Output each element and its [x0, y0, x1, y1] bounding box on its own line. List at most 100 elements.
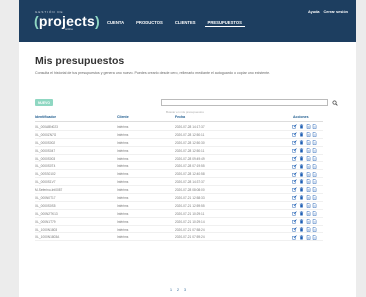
document-icon[interactable] — [306, 219, 311, 224]
search-box — [161, 99, 328, 115]
document-icon[interactable] — [306, 163, 311, 169]
row-cliente: Intérims — [117, 188, 129, 193]
edit-icon[interactable] — [292, 187, 297, 192]
nav-item-cuenta[interactable]: CUENTA — [104, 19, 127, 27]
page-link-3[interactable]: 3 — [184, 288, 186, 292]
header: GESTIÓN DE (projects) online CUENTA PROD… — [19, 0, 356, 42]
edit-icon[interactable] — [292, 156, 297, 161]
copy-icon[interactable] — [312, 195, 317, 201]
row-cliente: Intérims — [117, 125, 129, 129]
edit-icon[interactable] — [292, 179, 297, 184]
search-input[interactable] — [162, 109, 327, 115]
table-row: XL_0000S047 Intérims 2020-07-28 12:50:11 — [35, 147, 323, 155]
delete-icon[interactable] — [299, 156, 304, 161]
copy-icon[interactable] — [312, 132, 317, 137]
column-header-fecha[interactable]: Fecha — [175, 115, 185, 119]
edit-icon[interactable] — [292, 195, 297, 200]
row-cliente: Intérims — [117, 211, 129, 216]
copy-icon[interactable] — [312, 219, 317, 224]
delete-icon[interactable] — [299, 171, 304, 177]
logo-tagline: online — [65, 27, 74, 31]
copy-icon[interactable] — [312, 203, 317, 208]
copy-icon[interactable] — [312, 234, 317, 240]
copy-icon[interactable] — [312, 140, 317, 145]
delete-icon[interactable] — [299, 179, 304, 184]
document-icon[interactable] — [306, 226, 311, 232]
row-fecha: 2020-07-21 12:59:55 — [175, 203, 205, 208]
help-link[interactable]: Ayuda — [308, 10, 319, 14]
table-row: XL_0000S0T4 Intérims 2020-07-28 07:19:55 — [35, 162, 323, 171]
table-row: XL_000N1T79 Intérims 2020-07-21 10:29:14 — [35, 218, 323, 226]
document-icon[interactable] — [306, 124, 311, 130]
nav-item-presupuestos[interactable]: PRESUPUESTOS — [204, 19, 245, 27]
table-row: XL_0000S1V7 Intérims 2020-07-28 14:37:37 — [35, 178, 323, 187]
edit-icon[interactable] — [292, 124, 297, 129]
row-actions — [292, 140, 317, 145]
edit-icon[interactable] — [292, 132, 297, 137]
row-cliente: Intérims — [117, 132, 129, 137]
delete-icon[interactable] — [299, 219, 304, 224]
document-icon[interactable] — [306, 155, 311, 161]
copy-icon[interactable] — [312, 187, 317, 193]
copy-icon[interactable] — [312, 155, 317, 161]
copy-icon[interactable] — [312, 163, 317, 169]
copy-icon[interactable] — [312, 211, 317, 216]
edit-icon[interactable] — [292, 171, 297, 177]
copy-icon[interactable] — [312, 179, 317, 185]
document-icon[interactable] — [306, 195, 311, 201]
document-icon[interactable] — [306, 179, 311, 185]
delete-icon[interactable] — [299, 163, 304, 169]
row-cliente: Intérims — [117, 148, 129, 153]
delete-icon[interactable] — [299, 203, 304, 208]
edit-icon[interactable] — [292, 211, 297, 216]
row-fecha: 2020-07-28 14:17:37 — [175, 125, 205, 129]
delete-icon[interactable] — [299, 195, 304, 200]
edit-icon[interactable] — [292, 227, 297, 232]
document-icon[interactable] — [306, 140, 311, 145]
delete-icon[interactable] — [299, 140, 304, 145]
page-link-1[interactable]: 1 — [170, 288, 172, 292]
row-actions — [292, 219, 317, 224]
delete-icon[interactable] — [299, 211, 304, 216]
delete-icon[interactable] — [299, 148, 304, 153]
search-icon[interactable] — [332, 99, 338, 106]
document-icon[interactable] — [306, 171, 311, 177]
document-icon[interactable] — [306, 203, 311, 208]
document-icon[interactable] — [306, 234, 311, 240]
nav-item-productos[interactable]: PRODUCTOS — [133, 19, 166, 27]
copy-icon[interactable] — [312, 171, 317, 177]
column-header-cliente[interactable]: Cliente — [117, 115, 129, 119]
row-identifier: XL_000N0T17 — [35, 196, 56, 201]
copy-icon[interactable] — [312, 226, 317, 232]
delete-icon[interactable] — [299, 234, 304, 240]
nav-item-clientes[interactable]: CLIENTES — [172, 19, 199, 27]
logout-link[interactable]: Cerrar sesión — [324, 10, 348, 14]
delete-icon[interactable] — [299, 124, 304, 129]
edit-icon[interactable] — [292, 163, 297, 169]
table-row: XL_00SS0102 Intérims 2020-07-28 12:40:58 — [35, 170, 323, 179]
edit-icon[interactable] — [292, 148, 297, 153]
copy-icon[interactable] — [312, 148, 317, 153]
edit-icon[interactable] — [292, 203, 297, 208]
delete-icon[interactable] — [299, 227, 304, 232]
edit-icon[interactable] — [292, 234, 297, 240]
copy-icon[interactable] — [312, 124, 317, 130]
main-nav: CUENTA PRODUCTOS CLIENTES PRESUPUESTOS — [104, 19, 245, 27]
document-icon[interactable] — [306, 187, 311, 193]
delete-icon[interactable] — [299, 132, 304, 137]
row-cliente: Intérims — [117, 227, 129, 232]
edit-icon[interactable] — [292, 219, 297, 224]
row-fecha: 2020-07-28 08:08:00 — [175, 188, 205, 193]
document-icon[interactable] — [306, 211, 311, 216]
row-identifier: XL_0000S0T4 — [35, 164, 56, 169]
page-link-2[interactable]: 2 — [177, 288, 179, 292]
delete-icon[interactable] — [299, 187, 304, 192]
column-header-identificador[interactable]: Identificador — [35, 115, 56, 119]
row-identifier: M-Seferino-Int0087 — [35, 188, 63, 193]
document-icon[interactable] — [306, 132, 311, 137]
document-icon[interactable] — [306, 148, 311, 153]
new-budget-button[interactable]: NUEVO — [35, 99, 53, 106]
row-actions — [292, 148, 317, 153]
row-actions — [292, 195, 317, 201]
edit-icon[interactable] — [292, 140, 297, 145]
